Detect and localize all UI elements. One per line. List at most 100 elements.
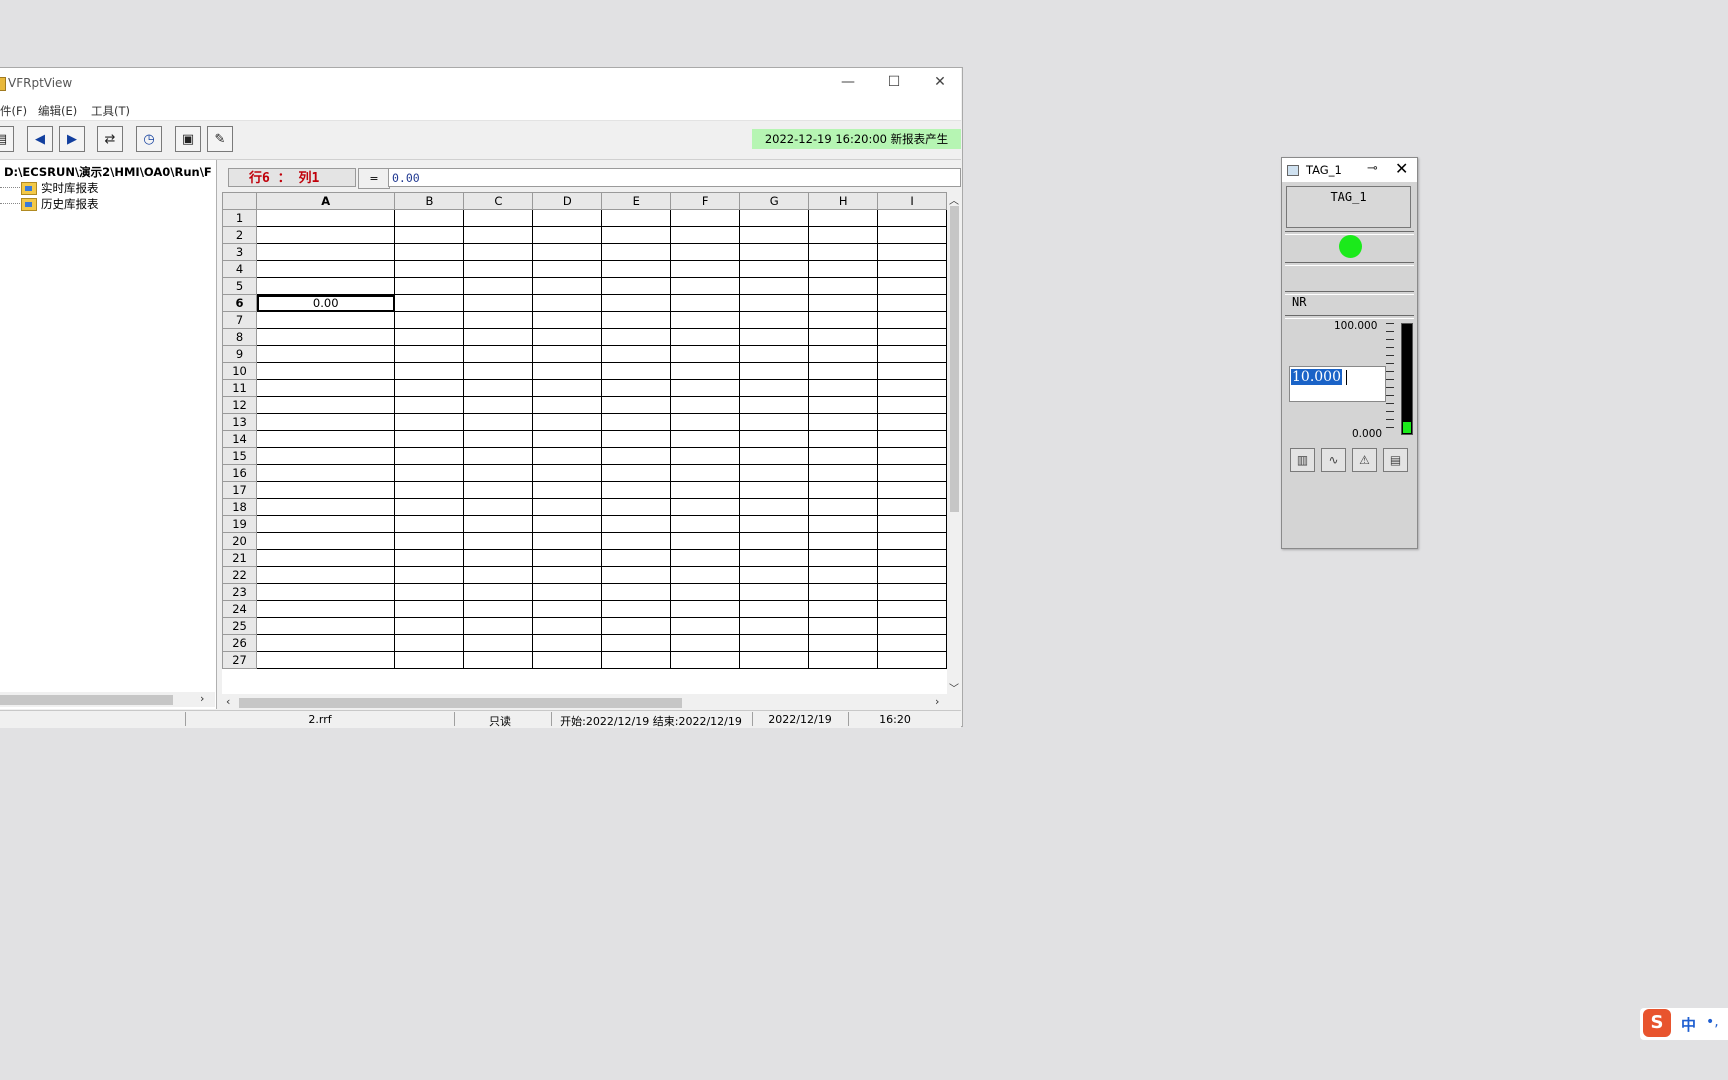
column-header[interactable]: E (601, 192, 672, 210)
grid-cell[interactable] (808, 396, 879, 414)
grid-cell[interactable] (463, 549, 534, 567)
grid-cell[interactable] (463, 294, 534, 312)
row-header[interactable]: 1 (222, 209, 258, 227)
grid-cell[interactable] (739, 294, 810, 312)
grid-cell[interactable] (394, 600, 465, 618)
row-header[interactable]: 9 (222, 345, 258, 363)
grid-cell[interactable] (394, 430, 465, 448)
scroll-left-icon[interactable]: ‹ (226, 695, 230, 708)
grid-cell[interactable] (877, 651, 947, 669)
grid-cell[interactable] (256, 209, 396, 227)
grid-cell[interactable] (739, 430, 810, 448)
grid-cell[interactable] (808, 549, 879, 567)
grid-cell[interactable] (877, 311, 947, 329)
grid-cell[interactable] (601, 294, 672, 312)
grid-cell[interactable] (739, 583, 810, 601)
grid-cell[interactable] (463, 566, 534, 584)
row-header[interactable]: 27 (222, 651, 258, 669)
grid-cell[interactable] (808, 498, 879, 516)
row-header[interactable]: 14 (222, 430, 258, 448)
grid-cell[interactable] (739, 260, 810, 278)
grid-cell[interactable] (670, 345, 741, 363)
grid-cell[interactable] (877, 345, 947, 363)
grid-cell[interactable] (463, 498, 534, 516)
grid-cell[interactable] (670, 243, 741, 261)
tree-item-history[interactable]: 历史库报表 (21, 196, 99, 212)
grid-cell[interactable] (256, 413, 396, 431)
ime-indicator[interactable]: S 中 •, (1640, 1008, 1728, 1040)
row-header[interactable]: 4 (222, 260, 258, 278)
grid-cell[interactable] (601, 396, 672, 414)
tree-hscrollbar[interactable]: › (0, 692, 215, 707)
row-header[interactable]: 15 (222, 447, 258, 465)
grid-cell[interactable] (808, 566, 879, 584)
grid-cell[interactable] (739, 345, 810, 363)
grid-cell[interactable] (394, 481, 465, 499)
grid-cell[interactable] (808, 294, 879, 312)
grid-cell[interactable] (601, 634, 672, 652)
grid-cell[interactable] (739, 226, 810, 244)
grid-cell[interactable] (739, 328, 810, 346)
row-header[interactable]: 5 (222, 277, 258, 295)
grid-cell[interactable] (808, 532, 879, 550)
row-header[interactable]: 16 (222, 464, 258, 482)
grid-cell[interactable] (256, 515, 396, 533)
row-header[interactable]: 19 (222, 515, 258, 533)
row-header[interactable]: 25 (222, 617, 258, 635)
grid-cell[interactable] (808, 311, 879, 329)
grid-cell[interactable] (601, 379, 672, 397)
save-icon[interactable]: ▤ (0, 126, 14, 152)
grid-cell[interactable] (601, 617, 672, 635)
grid-cell[interactable] (256, 311, 396, 329)
grid-cell[interactable] (601, 651, 672, 669)
scroll-right-icon[interactable]: › (200, 692, 204, 705)
grid-cell[interactable] (877, 243, 947, 261)
grid-cell[interactable] (532, 464, 603, 482)
menu-tools[interactable]: 工具(T) (91, 103, 130, 119)
grid-cell[interactable] (601, 209, 672, 227)
grid-cell[interactable] (463, 617, 534, 635)
grid-cell[interactable] (256, 617, 396, 635)
grid-cell[interactable] (808, 226, 879, 244)
grid-cell[interactable] (463, 277, 534, 295)
grid-cell[interactable] (256, 566, 396, 584)
grid-cell[interactable] (532, 396, 603, 414)
row-header[interactable]: 10 (222, 362, 258, 380)
grid-cell[interactable] (394, 311, 465, 329)
grid-cell[interactable] (394, 498, 465, 516)
detail-icon[interactable]: ▤ (1383, 448, 1408, 472)
column-header[interactable]: A (256, 192, 396, 210)
grid-cell[interactable] (601, 566, 672, 584)
properties-icon[interactable]: ▥ (1290, 448, 1315, 472)
grid-cell[interactable] (532, 243, 603, 261)
grid-cell[interactable] (670, 226, 741, 244)
grid-cell[interactable] (394, 515, 465, 533)
column-header[interactable]: B (394, 192, 465, 210)
grid-cell[interactable] (670, 430, 741, 448)
grid-cell[interactable] (739, 447, 810, 465)
grid-cell[interactable] (670, 566, 741, 584)
tree-root-path[interactable]: D:\ECSRUN\演示2\HMI\OA0\Run\F (4, 164, 214, 180)
grid-cell[interactable] (670, 617, 741, 635)
grid-cell[interactable] (532, 532, 603, 550)
grid-cell[interactable] (670, 515, 741, 533)
menu-file[interactable]: 件(F) (0, 103, 27, 119)
grid-cell[interactable] (877, 532, 947, 550)
grid-cell[interactable] (394, 243, 465, 261)
grid-cell[interactable] (532, 634, 603, 652)
grid-cell[interactable] (670, 634, 741, 652)
grid-cell[interactable] (256, 345, 396, 363)
grid-cell[interactable] (463, 226, 534, 244)
grid-cell[interactable] (808, 651, 879, 669)
grid-cell[interactable] (394, 447, 465, 465)
grid-cell[interactable] (256, 634, 396, 652)
grid-cell[interactable] (877, 634, 947, 652)
grid-cell[interactable] (877, 413, 947, 431)
grid-cell[interactable] (670, 362, 741, 380)
row-header[interactable]: 3 (222, 243, 258, 261)
grid-cell[interactable] (532, 362, 603, 380)
grid-cell[interactable] (808, 430, 879, 448)
grid-cell[interactable] (532, 226, 603, 244)
grid-cell[interactable] (256, 600, 396, 618)
grid-cell[interactable] (877, 447, 947, 465)
